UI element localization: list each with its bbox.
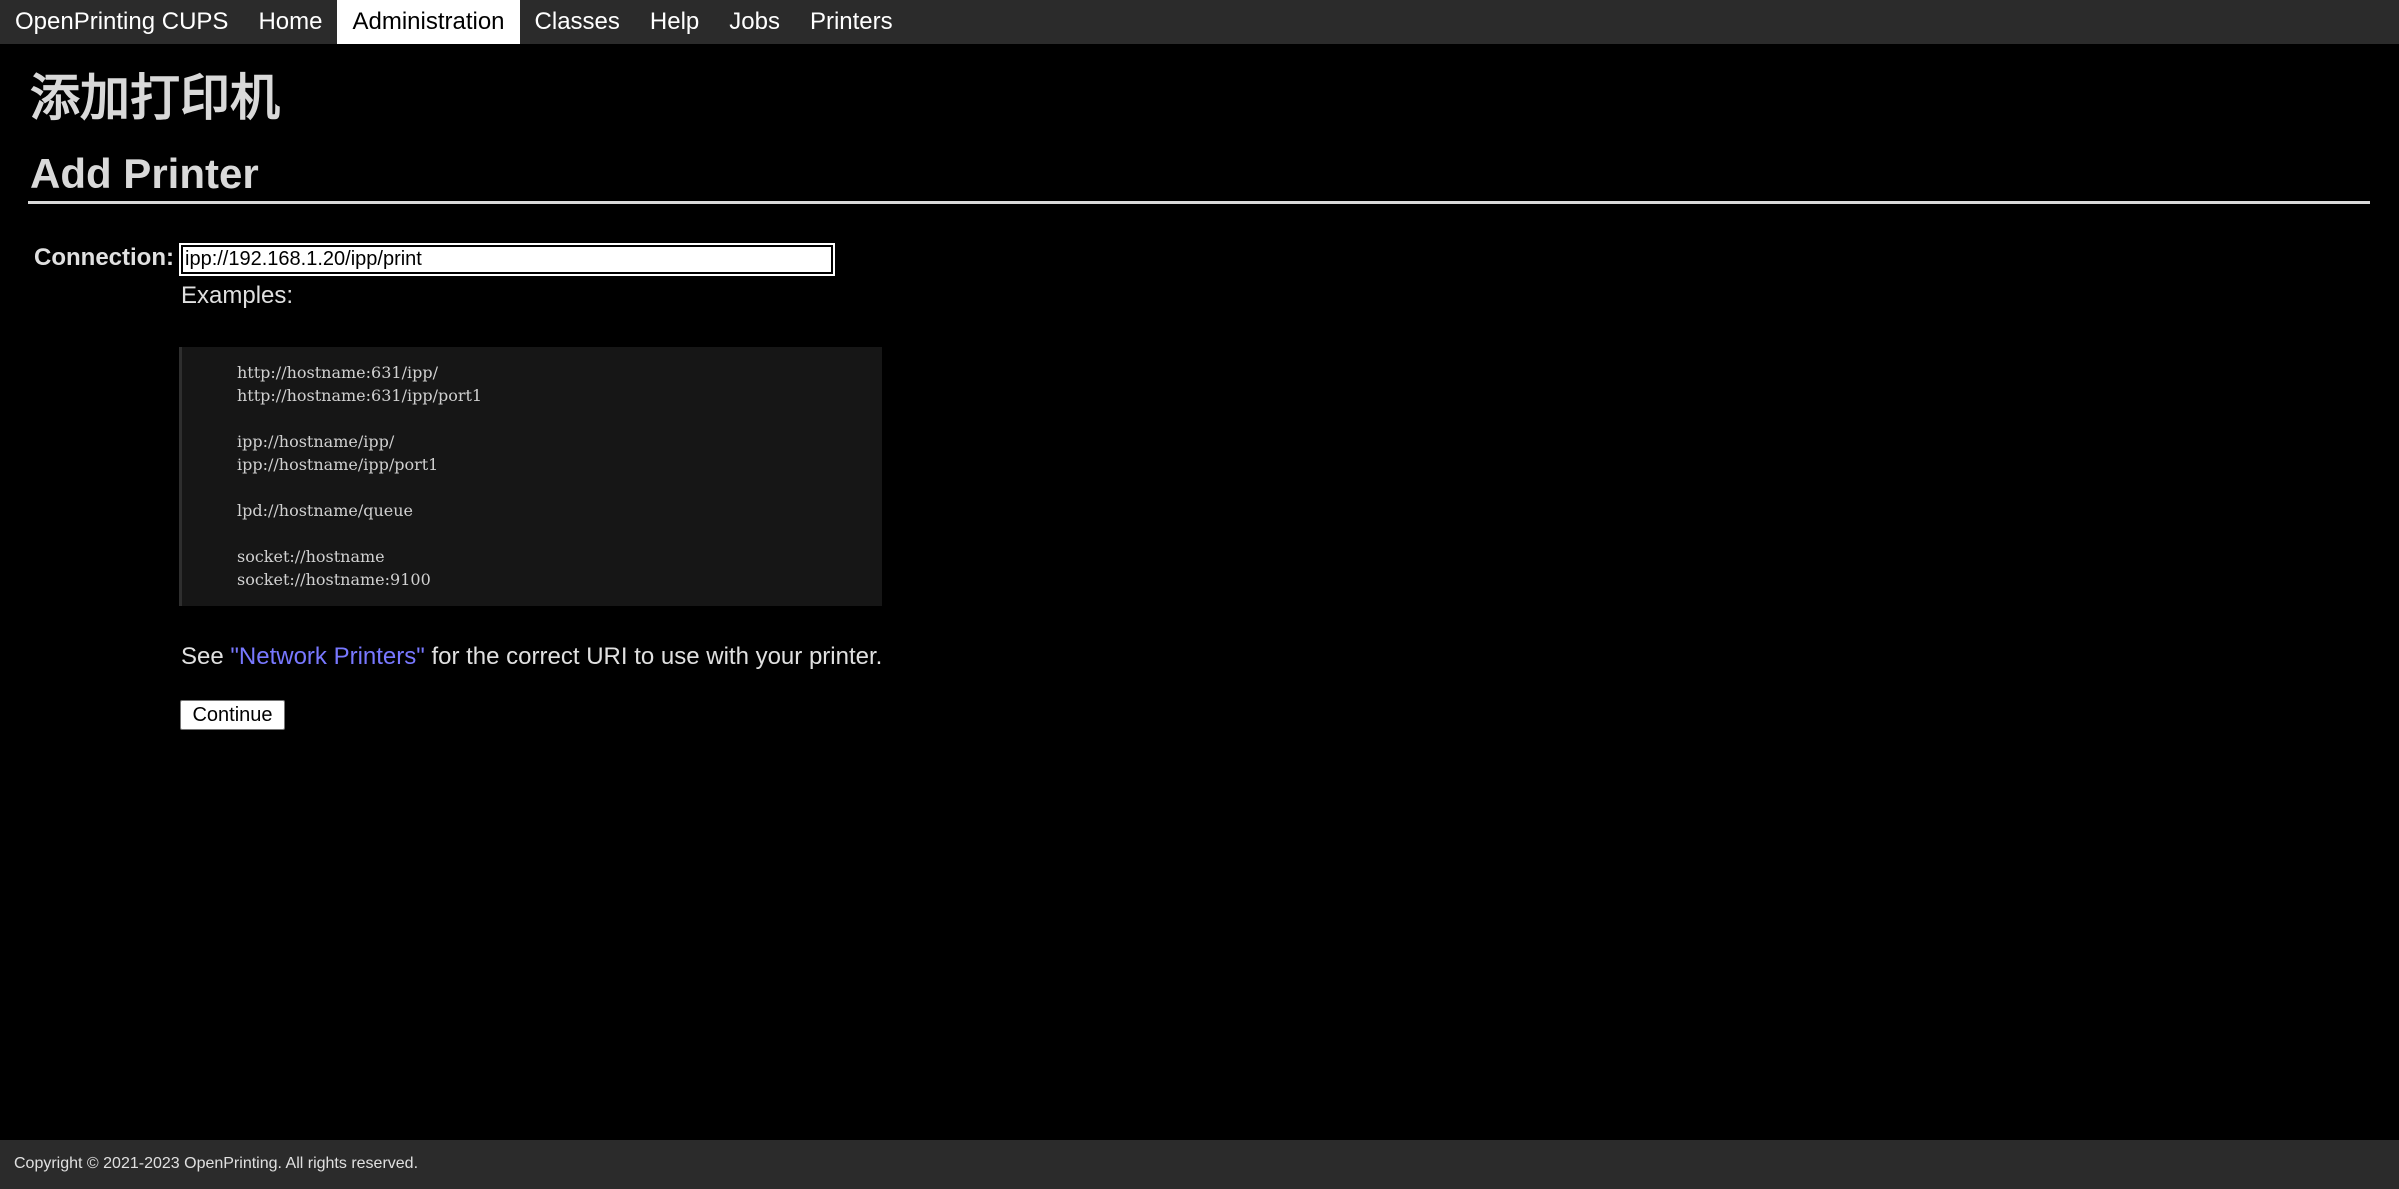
nav-item-printers[interactable]: Printers [795,0,908,44]
network-printers-hint: See "Network Printers" for the correct U… [181,643,882,671]
hint-suffix: for the correct URI to use with your pri… [424,643,883,670]
connection-label: Connection: [34,244,174,271]
title-divider [28,201,2370,204]
nav-item-classes[interactable]: Classes [520,0,635,44]
example-uri: socket://hostname [237,547,385,566]
page-title: Add Printer [30,150,259,197]
network-printers-link[interactable]: "Network Printers" [230,643,424,670]
examples-label: Examples: [181,282,294,309]
example-uri: socket://hostname:9100 [237,570,431,589]
example-uri: ipp://hostname/ipp/port1 [237,455,439,474]
nav-item-administration[interactable]: Administration [337,0,520,44]
continue-button[interactable]: Continue [180,700,285,730]
example-uri: http://hostname:631/ipp/port1 [237,386,483,405]
example-uri: http://hostname:631/ipp/ [237,363,438,382]
connection-input[interactable] [179,243,835,276]
page-title-chinese: 添加打印机 [30,70,280,126]
nav-item-jobs[interactable]: Jobs [714,0,795,44]
hint-prefix: See [181,643,231,670]
examples-box: http://hostname:631/ipp/ http://hostname… [179,347,882,606]
nav-item-home[interactable]: Home [243,0,337,44]
footer: Copyright © 2021-2023 OpenPrinting. All … [0,1140,2399,1189]
top-navbar: OpenPrinting CUPS Home Administration Cl… [0,0,2399,44]
nav-item-help[interactable]: Help [635,0,714,44]
copyright-text: Copyright © 2021-2023 OpenPrinting. All … [14,1155,419,1172]
example-uri: ipp://hostname/ipp/ [237,432,395,451]
nav-brand-link[interactable]: OpenPrinting CUPS [0,0,243,44]
example-uri: lpd://hostname/queue [237,501,414,520]
